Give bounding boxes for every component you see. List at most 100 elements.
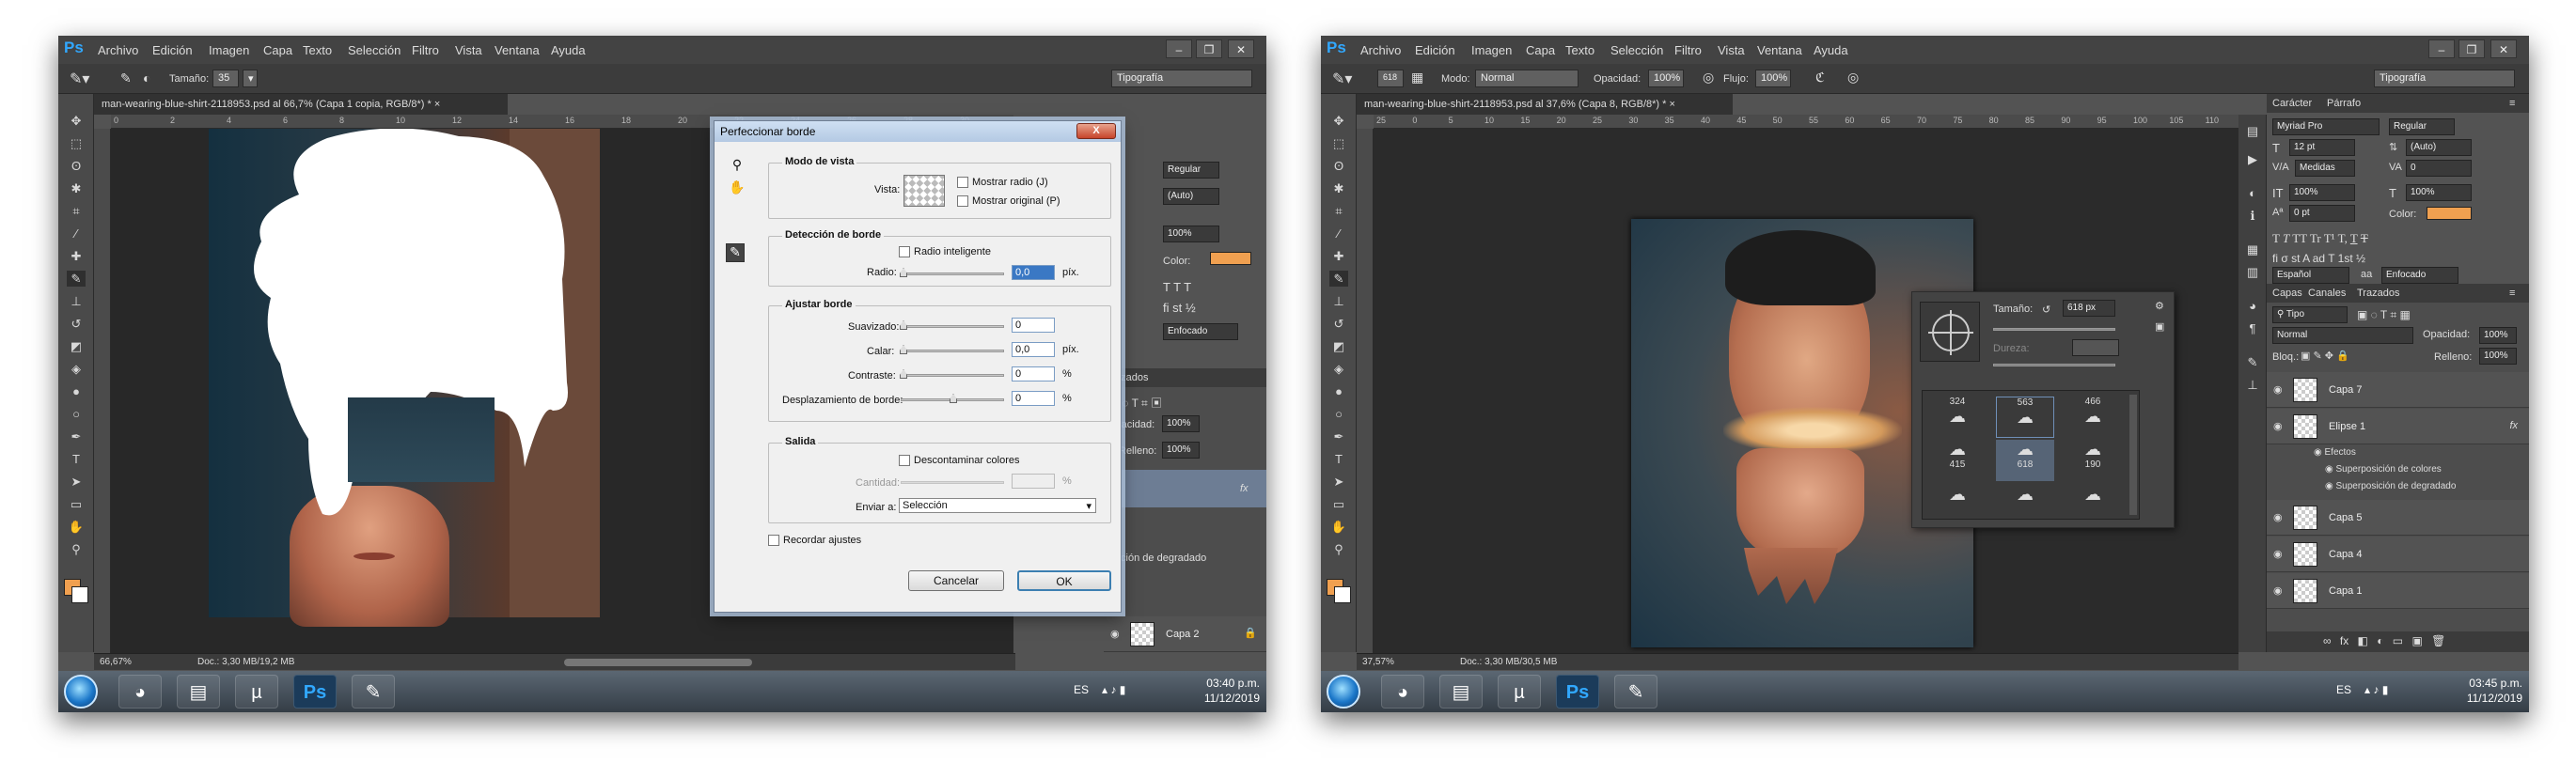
crop-tool-icon[interactable]: ⌗ [1329,203,1348,219]
remember-settings-checkbox[interactable] [768,535,779,546]
brush-preset[interactable]: 324 ☁ [1928,397,1987,438]
layer-row[interactable]: ◉ Capa 2 🔒 [1104,616,1266,652]
hand-tool-icon[interactable]: ✋ [67,519,86,535]
antialias-field[interactable]: Enfocado [1163,323,1238,340]
brush-size-field[interactable]: 618 px [2063,300,2115,317]
language-indicator[interactable]: ES [1074,682,1089,697]
eraser-tool-icon[interactable]: ◩ [1329,338,1348,354]
brush-angle-preview[interactable] [1920,302,1980,362]
dodge-tool-icon[interactable]: ○ [67,406,86,422]
marquee-tool-icon[interactable]: ⬚ [1329,135,1348,151]
zoom-tool-icon[interactable]: ⚲ [728,157,746,176]
brush-preset-picker[interactable]: 618 [1377,70,1404,87]
browser-app-icon[interactable]: ◕ [118,675,162,708]
paint-bucket-icon[interactable]: ◈ [1329,361,1348,377]
history-brush-icon[interactable]: ↺ [1329,316,1348,332]
font-style-field[interactable]: Regular [1163,162,1219,179]
tab-close-icon[interactable]: × [1669,99,1674,110]
vertical-scale-field[interactable]: 100% [2289,184,2355,201]
torrent-app-icon[interactable]: µ [235,675,278,708]
folder-app-icon[interactable]: ▤ [177,675,220,708]
brush-size-slider[interactable] [1993,328,2115,331]
new-preset-icon[interactable]: ▣ [2155,320,2164,333]
opacity-field[interactable]: 100% [1648,70,1684,87]
actions-icon[interactable]: ▶ [2244,152,2261,169]
maximize-button[interactable]: ❐ [1196,39,1222,58]
torrent-app-icon[interactable]: µ [1498,675,1541,708]
menu-capa[interactable]: Capa [1526,43,1555,57]
smart-radius-checkbox[interactable] [899,246,910,257]
brush-tool-icon[interactable]: ✎ [67,271,86,287]
menu-vista[interactable]: Vista [1718,43,1745,57]
reset-size-icon[interactable]: ↺ [2042,304,2050,316]
menu-archivo[interactable]: Archivo [1360,43,1401,57]
eye-icon[interactable]: ◉ [2273,383,2283,396]
font-size-field[interactable]: 12 pt [2289,139,2355,156]
radius-slider-knob[interactable] [900,268,907,277]
hand-tool-icon[interactable]: ✋ [1329,519,1348,535]
eyedropper-tool-icon[interactable]: ⁄ [67,226,86,241]
stamp-tool-icon[interactable]: ⊥ [67,293,86,309]
baseline-field[interactable]: 0 pt [2289,205,2355,222]
shift-edge-slider[interactable] [901,394,1004,403]
refine-brush-icon[interactable]: ✎ [726,243,745,262]
history-brush-icon[interactable]: ↺ [67,316,86,332]
leading-field[interactable]: (Auto) [2406,139,2472,156]
clone-source-icon[interactable]: ⊥ [2244,378,2261,395]
brush-preset[interactable]: ☁ [1928,485,1987,526]
shift-edge-input[interactable]: 0 [1012,391,1055,406]
zoom-level[interactable]: 37,57% [1362,657,1394,667]
workspace-select[interactable]: Tipografía [1111,70,1252,87]
document-tab[interactable]: man-wearing-blue-shirt-2118953.psd al 37… [1357,94,1733,115]
menu-capa[interactable]: Capa [263,43,292,57]
tab-canales[interactable]: Canales [2308,288,2346,299]
text-color-swatch[interactable] [1210,252,1251,265]
size-field[interactable]: 35 [212,70,239,87]
eye-icon[interactable]: ◉ [2273,548,2283,560]
menu-edicion[interactable]: Edición [1415,43,1455,57]
smooth-slider-knob[interactable] [900,320,907,330]
menu-texto[interactable]: Texto [303,43,332,57]
minimize-button[interactable]: – [1166,39,1192,58]
airbrush-icon[interactable]: ℭ [1815,70,1825,86]
clock[interactable]: 03:45 p.m. 11/12/2019 [2440,676,2522,706]
antialias-select[interactable]: Enfocado [2381,267,2458,284]
fx-badge[interactable]: fx [2509,420,2518,431]
shift-edge-slider-knob[interactable] [950,394,957,403]
blur-tool-icon[interactable]: ● [67,383,86,399]
language-indicator[interactable]: ES [2336,682,2351,697]
menu-imagen[interactable]: Imagen [209,43,249,57]
tab-caracter[interactable]: Carácter [2272,98,2312,109]
clock[interactable]: 03:40 p.m. 11/12/2019 [1177,676,1260,706]
brush-preset[interactable]: ☁ 415 [1928,440,1987,481]
menu-imagen[interactable]: Imagen [1471,43,1512,57]
contrast-slider-knob[interactable] [900,369,907,379]
tracking-field[interactable]: 0 [2406,160,2472,177]
brush-add-icon[interactable]: ✎ [120,70,132,86]
contrast-slider[interactable] [900,369,1004,379]
menu-seleccion[interactable]: Selección [1610,43,1663,57]
effect-row[interactable]: ◉ Superposición de colores [2325,464,2442,475]
brush-tool-icon[interactable]: ✎▾ [70,70,89,88]
eye-icon[interactable]: ◉ [2273,511,2283,523]
brush-preset[interactable]: ☁ [1996,485,2054,526]
brush-preset[interactable]: 466 ☁ [2064,397,2122,438]
tray-icons[interactable]: ▴ ♪ ▮ [2364,682,2388,697]
mode-select[interactable]: Normal [1475,70,1579,87]
info-icon[interactable]: ℹ [2244,209,2261,226]
start-button[interactable] [1327,675,1360,708]
quick-select-tool-icon[interactable]: ✱ [1329,180,1348,196]
brush-preset[interactable]: ☁ [2064,485,2122,526]
tab-close-icon[interactable]: × [434,99,440,110]
move-tool-icon[interactable]: ✥ [1329,113,1348,129]
scale-field[interactable]: 100% [1163,226,1219,242]
zoom-level[interactable]: 66,67% [100,657,132,667]
quick-select-tool-icon[interactable]: ✱ [67,180,86,196]
menu-texto[interactable]: Texto [1565,43,1594,57]
opentype-buttons[interactable]: fi σ st A ad T 1st ½ [2272,252,2365,265]
stamp-tool-icon[interactable]: ⊥ [1329,293,1348,309]
tab-trazados[interactable]: Trazados [2357,288,2399,299]
pen-tool-icon[interactable]: ✒ [67,428,86,444]
brush-tool-icon[interactable]: ✎ [1329,271,1348,287]
effect-row[interactable]: ◉ Superposición de degradado [2325,481,2456,491]
